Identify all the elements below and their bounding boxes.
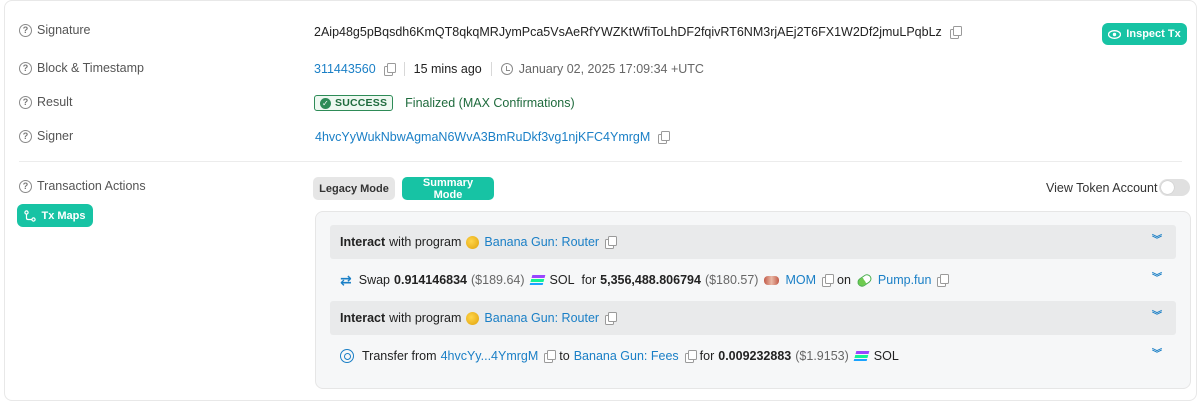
copy-icon[interactable] xyxy=(605,312,618,325)
question-circle-icon[interactable]: ? xyxy=(19,95,32,109)
from-address-link[interactable]: 4hvcYy...4YmrgM xyxy=(441,349,539,363)
check-circle-icon: ✓ xyxy=(320,97,331,109)
map-route-icon xyxy=(24,209,37,222)
token-link[interactable]: MOM xyxy=(785,273,816,287)
sol-token-icon xyxy=(529,275,545,285)
question-circle-icon[interactable]: ? xyxy=(19,129,32,143)
clock-icon xyxy=(500,63,513,75)
copy-icon[interactable] xyxy=(605,236,618,249)
legacy-mode-button[interactable]: Legacy Mode xyxy=(313,177,395,200)
copy-icon[interactable] xyxy=(684,350,697,363)
sol-token-icon xyxy=(853,351,870,361)
action-row-interact: Interact with program Banana Gun: Router… xyxy=(330,301,1176,335)
status-badge: ✓ SUCCESS xyxy=(314,95,394,111)
action-row-transfer: Transfer from 4hvcYy...4YmrgM to Banana … xyxy=(330,339,1176,373)
swap-arrows-icon: ⇄ xyxy=(340,271,352,288)
program-link[interactable]: Banana Gun: Router xyxy=(484,235,599,249)
venue-link[interactable]: Pump.fun xyxy=(878,273,932,287)
tx-maps-button[interactable]: Tx Maps xyxy=(17,204,93,227)
question-circle-icon[interactable]: ? xyxy=(19,61,32,75)
copy-icon[interactable] xyxy=(658,131,671,144)
result-value: ✓ SUCCESS Finalized (MAX Confirmations) xyxy=(314,95,575,111)
transaction-overview-card: ? Signature 2Aip48g5pBqsdh6KmQT8qkqMRJym… xyxy=(4,0,1197,401)
double-chevron-down-icon[interactable]: ︾ xyxy=(1152,312,1162,322)
action-row-interact: Interact with program Banana Gun: Router… xyxy=(330,225,1176,259)
question-circle-icon[interactable]: ? xyxy=(19,179,32,193)
view-token-account-label: View Token Account xyxy=(1046,181,1158,195)
copy-icon[interactable] xyxy=(949,26,962,39)
signature-value: 2Aip48g5pBqsdh6KmQT8qkqMRJymPca5VsAeRfYW… xyxy=(314,25,962,39)
double-chevron-down-icon[interactable]: ︾ xyxy=(1152,350,1162,360)
copy-icon[interactable] xyxy=(822,274,835,287)
eye-icon xyxy=(1108,29,1122,39)
block-number-link[interactable]: 311443560 xyxy=(314,62,376,76)
result-label: ? Result xyxy=(19,95,72,109)
view-token-account-toggle[interactable] xyxy=(1159,179,1190,196)
signature-label: ? Signature xyxy=(19,23,91,37)
action-row-swap: ⇄ Swap 0.914146834 ($189.64) SOL for 5,3… xyxy=(340,271,1162,288)
signature-text: 2Aip48g5pBqsdh6KmQT8qkqMRJymPca5VsAeRfYW… xyxy=(314,25,942,39)
block-value: 311443560 15 mins ago January 02, 2025 1… xyxy=(314,62,704,76)
signer-label: ? Signer xyxy=(19,129,73,143)
copy-icon[interactable] xyxy=(544,350,557,363)
divider xyxy=(490,62,492,76)
double-chevron-down-icon[interactable]: ︾ xyxy=(1152,236,1162,246)
divider xyxy=(403,62,405,76)
transaction-actions-label: ? Transaction Actions xyxy=(19,179,146,193)
finality-text: Finalized (MAX Confirmations) xyxy=(405,96,575,110)
actions-panel: Interact with program Banana Gun: Router… xyxy=(315,211,1191,389)
question-circle-icon[interactable]: ? xyxy=(19,23,32,37)
double-chevron-down-icon[interactable]: ︾ xyxy=(1152,274,1162,284)
pump-fun-icon xyxy=(855,272,874,288)
block-label: ? Block & Timestamp xyxy=(19,61,144,75)
banana-gun-icon xyxy=(466,311,480,325)
program-link[interactable]: Banana Gun: Router xyxy=(484,311,599,325)
timestamp: January 02, 2025 17:09:34 +UTC xyxy=(518,62,704,76)
inspect-tx-button[interactable]: Inspect Tx xyxy=(1102,23,1187,45)
section-divider xyxy=(19,161,1182,162)
transfer-icon xyxy=(340,349,354,363)
copy-icon[interactable] xyxy=(383,63,396,76)
summary-mode-button[interactable]: Summary Mode xyxy=(402,177,494,201)
signer-value: 4hvcYyWukNbwAgmaN6WvA3BmRuDkf3vg1njKFC4Y… xyxy=(315,130,671,144)
mom-token-icon xyxy=(764,275,780,285)
to-address-link[interactable]: Banana Gun: Fees xyxy=(574,349,679,363)
signer-link[interactable]: 4hvcYyWukNbwAgmaN6WvA3BmRuDkf3vg1njKFC4Y… xyxy=(315,130,650,144)
time-ago: 15 mins ago xyxy=(413,62,482,76)
banana-gun-icon xyxy=(466,235,480,249)
copy-icon[interactable] xyxy=(937,274,950,287)
